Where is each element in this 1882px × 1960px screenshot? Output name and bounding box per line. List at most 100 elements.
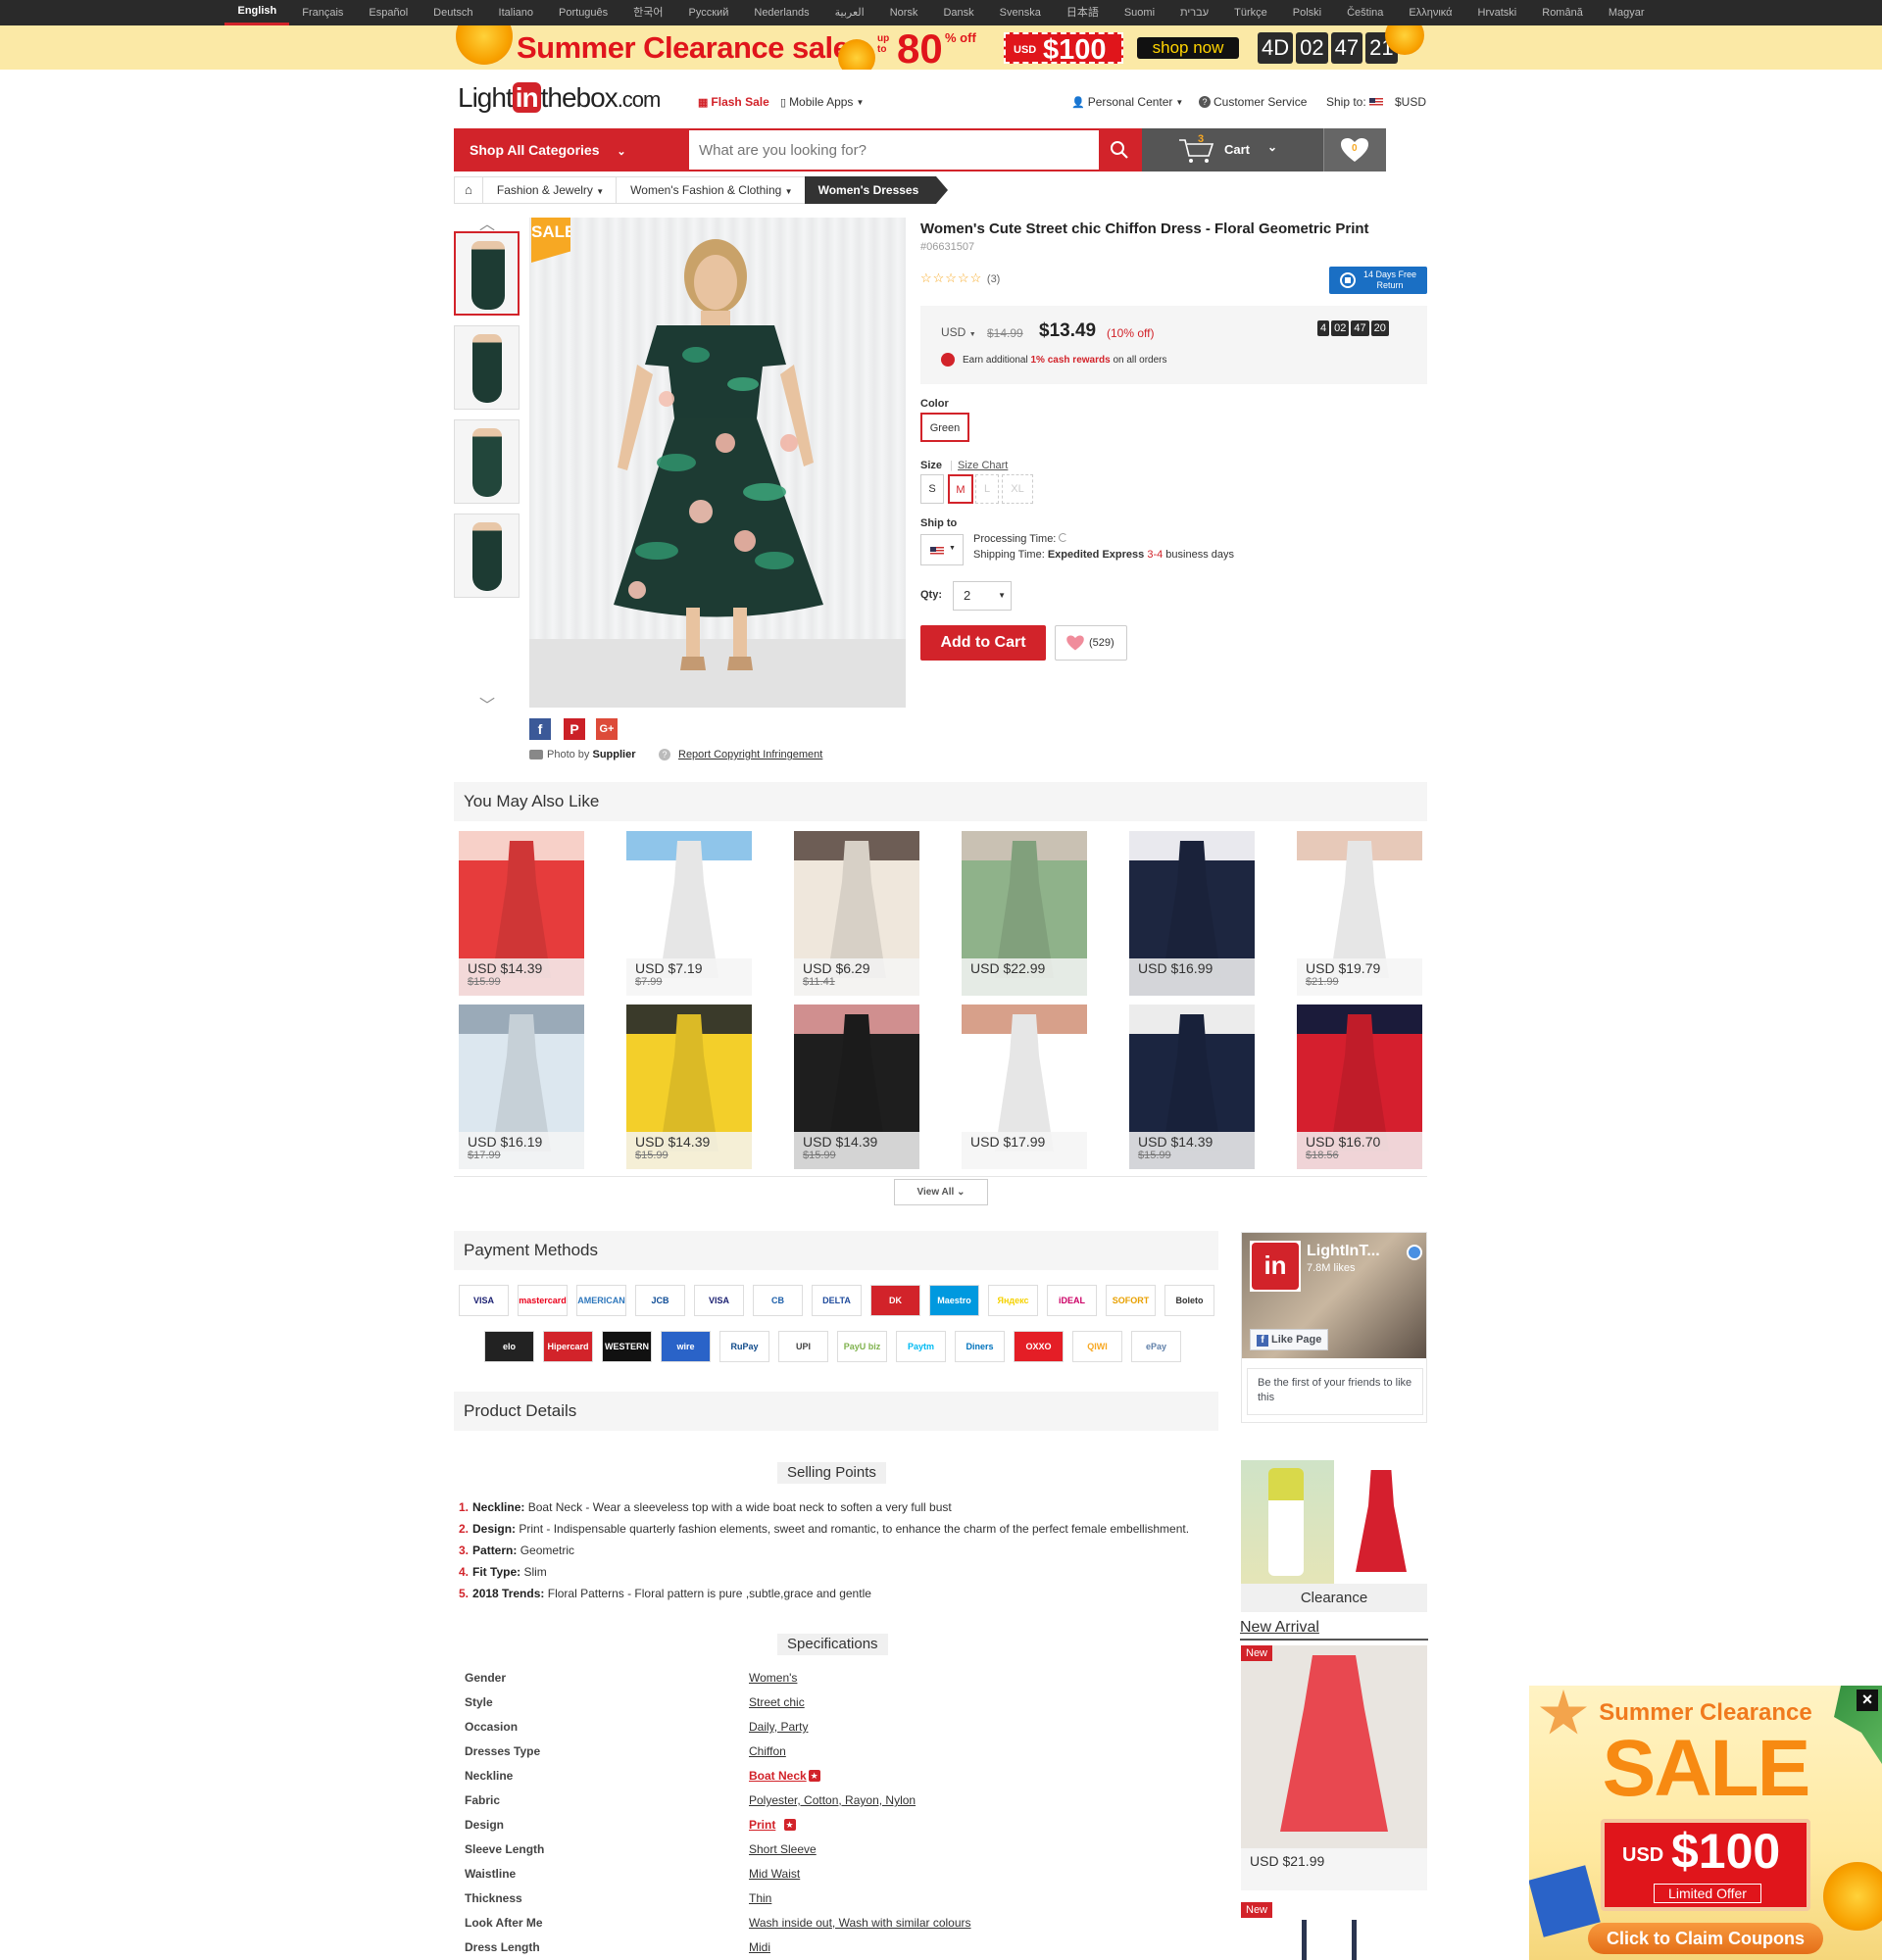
recommend-item[interactable]: USD $7.19 $7.99 <box>626 831 752 996</box>
language-option[interactable]: Dansk <box>930 0 986 25</box>
clearance-banner[interactable]: Clearance <box>1241 1460 1427 1612</box>
close-icon[interactable]: × <box>1857 1690 1878 1711</box>
shop-all-categories-button[interactable]: Shop All Categories ⌄ <box>454 128 689 172</box>
language-option[interactable]: Italiano <box>486 0 546 25</box>
personal-center-link[interactable]: 👤 Personal Center ▼ <box>1071 95 1183 109</box>
facebook-page-name[interactable]: LightInT... <box>1307 1243 1380 1260</box>
add-to-cart-button[interactable]: Add to Cart <box>920 625 1046 661</box>
language-option[interactable]: Hrvatski <box>1465 0 1530 25</box>
recommend-item[interactable]: USD $16.19 $17.99 <box>459 1004 584 1169</box>
size-option-m[interactable]: M <box>948 474 973 504</box>
spec-value[interactable]: Daily, Party <box>749 1720 1239 1734</box>
site-logo[interactable]: Light in thebox.com <box>458 82 661 114</box>
shop-now-button[interactable]: shop now <box>1137 37 1239 59</box>
spec-value[interactable]: Polyester, Cotton, Rayon, Nylon <box>749 1793 1239 1807</box>
language-option[interactable]: Magyar <box>1596 0 1658 25</box>
hot-star-icon: ★ <box>783 1819 796 1831</box>
promo-coupon[interactable]: USD $100 <box>1004 32 1123 66</box>
report-copyright-link[interactable]: ? Report Copyright Infringement <box>659 749 822 760</box>
new-arrival-heading[interactable]: New Arrival <box>1240 1619 1428 1641</box>
breadcrumb-item[interactable]: Fashion & Jewelry ▼ <box>481 176 617 204</box>
language-option[interactable]: 한국어 <box>620 0 675 25</box>
language-option[interactable]: Nederlands <box>741 0 821 25</box>
size-option-l[interactable]: L <box>975 474 999 504</box>
spec-value[interactable]: Boat Neck <box>749 1769 1239 1783</box>
promo-banner[interactable]: Summer Clearance sale up to 80 % off USD… <box>0 25 1882 70</box>
language-option[interactable]: Français <box>289 0 356 25</box>
language-option[interactable]: Ελληνικά <box>1396 0 1464 25</box>
view-all-button[interactable]: View All ⌄ <box>894 1179 988 1205</box>
product-main-image[interactable]: SALE <box>529 218 906 708</box>
thumbnail-image[interactable] <box>454 419 520 504</box>
customer-service-link[interactable]: ? Customer Service <box>1199 95 1307 109</box>
language-option[interactable]: Svenska <box>987 0 1054 25</box>
pinterest-share-button[interactable]: P <box>564 718 585 740</box>
spec-value[interactable]: Mid Waist <box>749 1867 1239 1881</box>
add-to-wishlist-button[interactable]: (529) <box>1055 625 1127 661</box>
recommend-item[interactable]: USD $14.39 $15.99 <box>794 1004 919 1169</box>
qty-select[interactable]: 2 ▼ <box>953 581 1012 611</box>
clearance-popup[interactable]: Summer Clearance SALE USD $100 Limited O… <box>1529 1686 1882 1960</box>
wishlist-button[interactable]: 0 <box>1323 128 1386 172</box>
rating-stars[interactable]: ☆☆☆☆☆ (3) <box>920 270 1000 286</box>
language-option[interactable]: Español <box>356 0 421 25</box>
mobile-apps-link[interactable]: ▯ Mobile Apps ▼ <box>780 95 864 109</box>
language-option[interactable]: 日本語 <box>1054 0 1112 25</box>
googleplus-share-button[interactable]: G+ <box>596 718 618 740</box>
recommend-item[interactable]: USD $17.99 <box>962 1004 1087 1169</box>
language-option[interactable]: Suomi <box>1112 0 1167 25</box>
color-option-green[interactable]: Green <box>920 413 969 442</box>
size-option-xl[interactable]: XL <box>1002 474 1033 504</box>
spec-value[interactable]: Midi <box>749 1940 1239 1954</box>
recommend-item[interactable]: USD $16.70 $18.56 <box>1297 1004 1422 1169</box>
currency-selector[interactable]: $USD <box>1395 95 1426 109</box>
ship-to-selector[interactable]: Ship to: <box>1326 95 1383 109</box>
facebook-page-logo[interactable]: in <box>1250 1241 1301 1292</box>
spec-value[interactable]: Chiffon <box>749 1744 1239 1758</box>
language-option[interactable]: Norsk <box>877 0 931 25</box>
recommend-item-price-box: USD $14.39 $15.99 <box>1129 1132 1255 1169</box>
language-option[interactable]: Türkçe <box>1221 0 1280 25</box>
language-option[interactable]: العربية <box>822 0 877 25</box>
recommend-item[interactable]: USD $22.99 <box>962 831 1087 996</box>
recommend-item[interactable]: USD $19.79 $21.99 <box>1297 831 1422 996</box>
language-option[interactable]: עברית <box>1167 0 1221 25</box>
language-option[interactable]: Čeština <box>1334 0 1396 25</box>
breadcrumb-home[interactable]: ⌂ <box>454 176 482 204</box>
size-chart-link[interactable]: Size Chart <box>958 460 1008 471</box>
claim-coupons-button[interactable]: Click to Claim Coupons <box>1588 1923 1823 1954</box>
spec-value[interactable]: Women's <box>749 1671 1239 1685</box>
facebook-share-button[interactable]: f <box>529 718 551 740</box>
recommend-item[interactable]: USD $14.39 $15.99 <box>459 831 584 996</box>
new-arrival-item[interactable]: New USD $21.99 <box>1241 1645 1427 1890</box>
search-input[interactable] <box>689 130 1099 170</box>
language-option[interactable]: English <box>224 0 290 25</box>
spec-value[interactable]: Street chic <box>749 1695 1239 1709</box>
search-button[interactable] <box>1099 130 1140 170</box>
language-option[interactable]: Română <box>1529 0 1596 25</box>
spec-value[interactable]: Short Sleeve <box>749 1842 1239 1856</box>
thumb-scroll-down[interactable]: ﹀ <box>479 692 495 715</box>
recommend-item[interactable]: USD $14.39 $15.99 <box>1129 1004 1255 1169</box>
language-option[interactable]: Русский <box>676 0 742 25</box>
thumbnail-image[interactable] <box>454 514 520 598</box>
language-option[interactable]: Deutsch <box>421 0 485 25</box>
new-arrival-item[interactable]: New <box>1241 1902 1427 1960</box>
spec-value[interactable]: Print <box>749 1818 1239 1832</box>
thumbnail-image[interactable] <box>454 325 520 410</box>
flash-sale-link[interactable]: ▦ Flash Sale <box>698 95 769 109</box>
spec-value[interactable]: Thin <box>749 1891 1239 1905</box>
language-option[interactable]: Português <box>546 0 620 25</box>
recommend-item[interactable]: USD $16.99 <box>1129 831 1255 996</box>
breadcrumb-item[interactable]: Women's Fashion & Clothing ▼ <box>616 176 805 204</box>
currency-select[interactable]: USD ▼ <box>941 325 976 339</box>
size-option-s[interactable]: S <box>920 474 944 504</box>
facebook-like-page-button[interactable]: f Like Page <box>1250 1329 1329 1350</box>
spec-value[interactable]: Wash inside out, Wash with similar colou… <box>749 1916 1239 1930</box>
cart-button[interactable]: 3 Cart ⌄ <box>1142 128 1323 172</box>
recommend-item[interactable]: USD $14.39 $15.99 <box>626 1004 752 1169</box>
ship-country-select[interactable]: ▼ <box>920 534 964 565</box>
thumbnail-image[interactable] <box>454 231 520 316</box>
language-option[interactable]: Polski <box>1280 0 1334 25</box>
recommend-item[interactable]: USD $6.29 $11.41 <box>794 831 919 996</box>
